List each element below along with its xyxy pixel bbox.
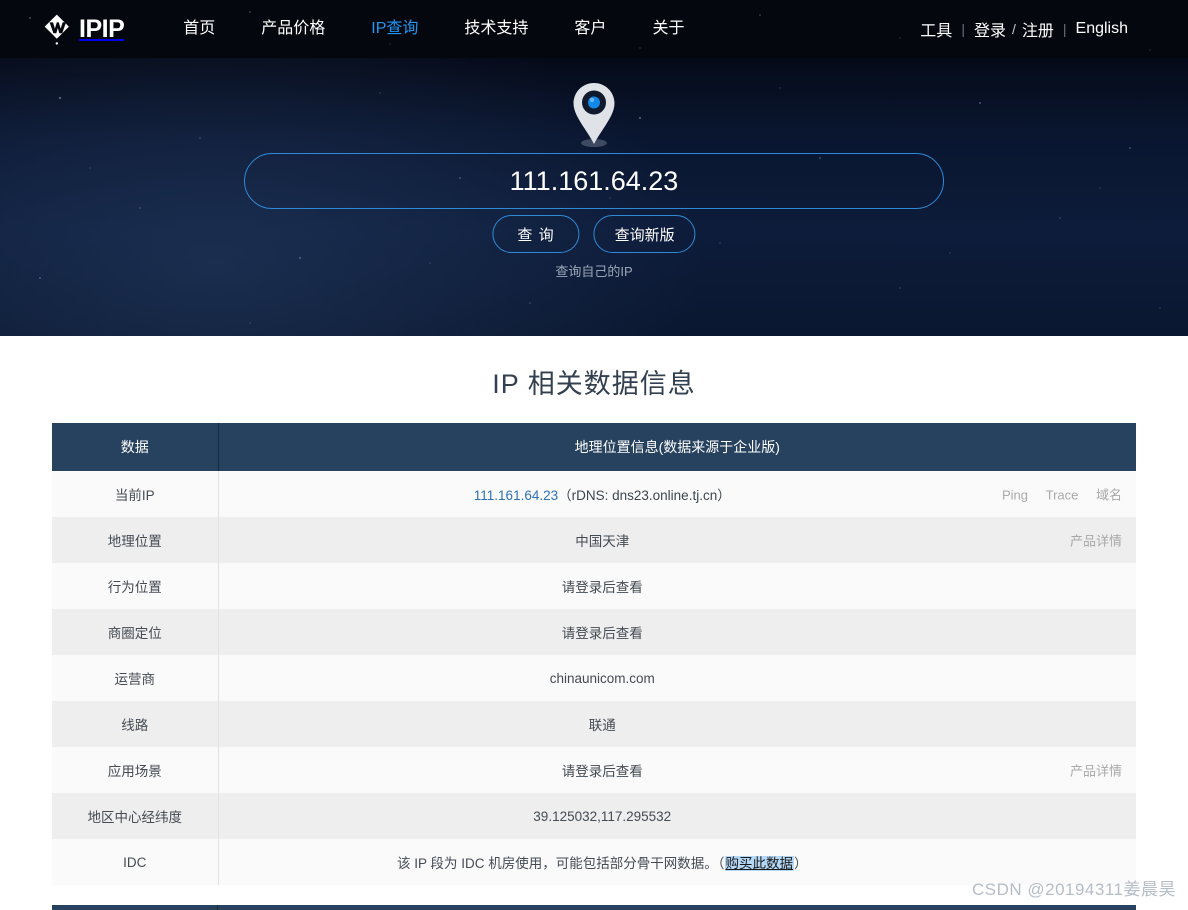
row-value-geo-location: 中国天津 产品详情: [218, 517, 1136, 563]
nav-item-home[interactable]: 首页: [160, 0, 238, 58]
trace-link[interactable]: Trace: [1046, 488, 1079, 503]
row-actions-geo-location: 产品详情: [1056, 531, 1122, 550]
table-header-row: 数据 地理位置信息(数据来源于企业版): [52, 423, 1136, 471]
table-row: 地区中心经纬度 39.125032,117.295532: [52, 793, 1136, 839]
nav-login-link[interactable]: 登录: [974, 17, 1006, 41]
nav-right-group: 工具 | 登录 / 注册 | English: [920, 17, 1128, 41]
row-label-use-case: 应用场景: [52, 747, 219, 793]
table-row: 线路 联通: [52, 701, 1136, 747]
row-value-line: 联通: [218, 701, 1136, 747]
ip-info-table-wrapper: 数据 地理位置信息(数据来源于企业版) 当前IP 111.161.64.23（r…: [52, 423, 1136, 885]
hero-search-section: 查 询 查询新版 查询自己的IP: [0, 58, 1188, 336]
row-label-current-ip: 当前IP: [52, 471, 219, 517]
security-data-table: 数据 网络安全风控类数据: [52, 905, 1136, 910]
row-value-behavior-location: 请登录后查看: [218, 563, 1136, 609]
nav-item-about[interactable]: 关于: [629, 0, 707, 58]
query-new-version-button[interactable]: 查询新版: [593, 215, 696, 253]
site-logo[interactable]: IPIP: [40, 0, 125, 58]
table-row: 当前IP 111.161.64.23（rDNS: dns23.online.tj…: [52, 471, 1136, 517]
nav-item-support[interactable]: 技术支持: [441, 0, 551, 58]
product-details-link[interactable]: 产品详情: [1070, 534, 1122, 549]
table-row: 运营商 chinaunicom.com: [52, 655, 1136, 701]
nav-separator-2: |: [1062, 21, 1067, 37]
row-label-line: 线路: [52, 701, 219, 747]
security-table-header-row: 数据 网络安全风控类数据: [52, 905, 1136, 910]
table-row: 地理位置 中国天津 产品详情: [52, 517, 1136, 563]
business-district-value: 请登录后查看: [561, 626, 643, 641]
row-value-business-district: 请登录后查看: [218, 609, 1136, 655]
location-pin-icon: [569, 80, 619, 155]
table-header-data: 数据: [52, 423, 219, 471]
idc-text-prefix: 该 IP 段为 IDC 机房使用，可能包括部分骨干网数据。（: [396, 856, 725, 871]
ip-search-box[interactable]: [244, 153, 944, 209]
table-row: IDC 该 IP 段为 IDC 机房使用，可能包括部分骨干网数据。（购买此数据）: [52, 839, 1136, 885]
row-label-business-district: 商圈定位: [52, 609, 219, 655]
nav-slash: /: [1011, 21, 1016, 37]
query-button[interactable]: 查 询: [492, 215, 580, 253]
nav-separator-1: |: [961, 21, 965, 37]
hero-button-row: 查 询 查询新版: [492, 215, 696, 253]
behavior-location-value: 请登录后查看: [561, 580, 643, 595]
main-content: IP 相关数据信息 数据 地理位置信息(数据来源于企业版) 当前IP 111.1…: [0, 336, 1188, 910]
row-actions-current-ip: Ping Trace 域名: [988, 485, 1122, 504]
center-latlng-value: 39.125032,117.295532: [533, 808, 672, 824]
idc-text-tail: ）: [794, 856, 808, 871]
current-ip-rdns: （rDNS: dns23.online.tj.cn）: [558, 488, 731, 503]
row-value-use-case: 请登录后查看 产品详情: [218, 747, 1136, 793]
isp-value: chinaunicom.com: [549, 670, 655, 686]
use-case-value: 请登录后查看: [561, 764, 643, 779]
query-my-own-ip-link[interactable]: 查询自己的IP: [555, 261, 632, 280]
page-title: IP 相关数据信息: [492, 369, 696, 399]
top-navbar: IPIP 首页 产品价格 IP查询 技术支持 客户 关于 工具 | 登录 / 注…: [0, 0, 1188, 58]
product-details-link-2[interactable]: 产品详情: [1070, 764, 1122, 779]
ping-link[interactable]: Ping: [1002, 488, 1028, 503]
nav-item-ip-query[interactable]: IP查询: [348, 0, 441, 58]
ipip-diamond-logo-icon: [40, 12, 74, 46]
table-row: 商圈定位 请登录后查看: [52, 609, 1136, 655]
row-value-idc: 该 IP 段为 IDC 机房使用，可能包括部分骨干网数据。（购买此数据）: [218, 839, 1136, 885]
line-value: 联通: [588, 718, 616, 733]
table-header-geo-info: 地理位置信息(数据来源于企业版): [218, 423, 1136, 471]
nav-item-pricing[interactable]: 产品价格: [238, 0, 348, 58]
row-value-current-ip: 111.161.64.23（rDNS: dns23.online.tj.cn） …: [218, 471, 1136, 517]
table-row: 行为位置 请登录后查看: [52, 563, 1136, 609]
row-label-idc: IDC: [52, 839, 219, 885]
ip-info-table: 数据 地理位置信息(数据来源于企业版) 当前IP 111.161.64.23（r…: [52, 423, 1136, 885]
ip-search-input[interactable]: [245, 154, 943, 208]
geo-location-value: 中国天津: [575, 534, 630, 549]
domain-link[interactable]: 域名: [1096, 488, 1122, 503]
nav-register-link[interactable]: 注册: [1022, 17, 1054, 41]
current-ip-link[interactable]: 111.161.64.23: [474, 488, 558, 503]
row-actions-use-case: 产品详情: [1056, 761, 1122, 780]
nav-tools-link[interactable]: 工具: [920, 17, 952, 41]
security-table-header-data: 数据: [52, 905, 218, 910]
table-row: 应用场景 请登录后查看 产品详情: [52, 747, 1136, 793]
row-label-geo-location: 地理位置: [52, 517, 219, 563]
row-label-center-latlng: 地区中心经纬度: [52, 793, 219, 839]
buy-this-data-link[interactable]: 购买此数据: [724, 856, 794, 871]
nav-item-customers[interactable]: 客户: [551, 0, 629, 58]
row-value-isp: chinaunicom.com: [218, 655, 1136, 701]
nav-links: 首页 产品价格 IP查询 技术支持 客户 关于: [160, 0, 707, 58]
page-root: IPIP 首页 产品价格 IP查询 技术支持 客户 关于 工具 | 登录 / 注…: [0, 0, 1188, 910]
nav-language-link[interactable]: English: [1076, 20, 1128, 38]
row-label-behavior-location: 行为位置: [52, 563, 219, 609]
logo-wordmark: IPIP: [79, 14, 125, 43]
row-label-isp: 运营商: [52, 655, 219, 701]
row-value-center-latlng: 39.125032,117.295532: [218, 793, 1136, 839]
